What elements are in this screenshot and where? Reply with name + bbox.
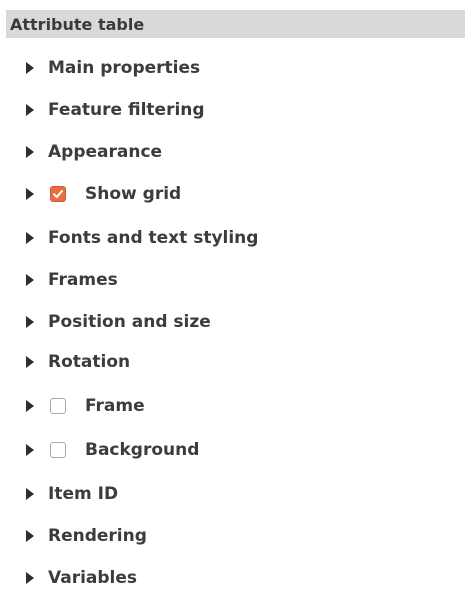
section-label: Frames bbox=[48, 270, 118, 290]
section-frame[interactable]: Frame bbox=[0, 386, 465, 426]
section-background[interactable]: Background bbox=[0, 430, 465, 470]
section-fonts-and-text-styling[interactable]: Fonts and text styling bbox=[0, 218, 465, 258]
section-label: Background bbox=[85, 440, 200, 460]
expand-arrow-icon[interactable] bbox=[26, 188, 34, 200]
expand-arrow-icon[interactable] bbox=[26, 62, 34, 74]
section-label: Rotation bbox=[48, 352, 131, 372]
expand-arrow-icon[interactable] bbox=[26, 146, 34, 158]
background-checkbox[interactable] bbox=[50, 442, 66, 458]
section-label: Show grid bbox=[85, 184, 182, 204]
expand-arrow-icon[interactable] bbox=[26, 316, 34, 328]
section-label: Feature filtering bbox=[48, 100, 205, 120]
section-item-id[interactable]: Item ID bbox=[0, 474, 465, 514]
section-main-properties[interactable]: Main properties bbox=[0, 48, 465, 88]
expand-arrow-icon[interactable] bbox=[26, 444, 34, 456]
section-rotation[interactable]: Rotation bbox=[0, 342, 465, 382]
section-label: Frame bbox=[85, 396, 145, 416]
section-label: Appearance bbox=[48, 142, 163, 162]
checkmark-icon bbox=[53, 190, 63, 198]
expand-arrow-icon[interactable] bbox=[26, 232, 34, 244]
expand-arrow-icon[interactable] bbox=[26, 356, 34, 368]
show-grid-checkbox[interactable] bbox=[50, 186, 66, 202]
frame-checkbox[interactable] bbox=[50, 398, 66, 414]
section-position-and-size[interactable]: Position and size bbox=[0, 302, 465, 342]
section-label: Main properties bbox=[48, 58, 201, 78]
attribute-table-panel: Attribute table Main properties Feature … bbox=[0, 0, 465, 594]
expand-arrow-icon[interactable] bbox=[26, 530, 34, 542]
section-label: Fonts and text styling bbox=[48, 228, 259, 248]
section-show-grid[interactable]: Show grid bbox=[0, 174, 465, 214]
expand-arrow-icon[interactable] bbox=[26, 488, 34, 500]
section-rendering[interactable]: Rendering bbox=[0, 516, 465, 556]
section-variables[interactable]: Variables bbox=[0, 558, 465, 598]
section-label: Rendering bbox=[48, 526, 147, 546]
section-feature-filtering[interactable]: Feature filtering bbox=[0, 90, 465, 130]
panel-title: Attribute table bbox=[6, 10, 465, 38]
expand-arrow-icon[interactable] bbox=[26, 104, 34, 116]
expand-arrow-icon[interactable] bbox=[26, 274, 34, 286]
section-appearance[interactable]: Appearance bbox=[0, 132, 465, 172]
expand-arrow-icon[interactable] bbox=[26, 572, 34, 584]
section-label: Item ID bbox=[48, 484, 119, 504]
expand-arrow-icon[interactable] bbox=[26, 400, 34, 412]
section-frames[interactable]: Frames bbox=[0, 260, 465, 300]
section-label: Variables bbox=[48, 568, 138, 588]
section-label: Position and size bbox=[48, 312, 211, 332]
